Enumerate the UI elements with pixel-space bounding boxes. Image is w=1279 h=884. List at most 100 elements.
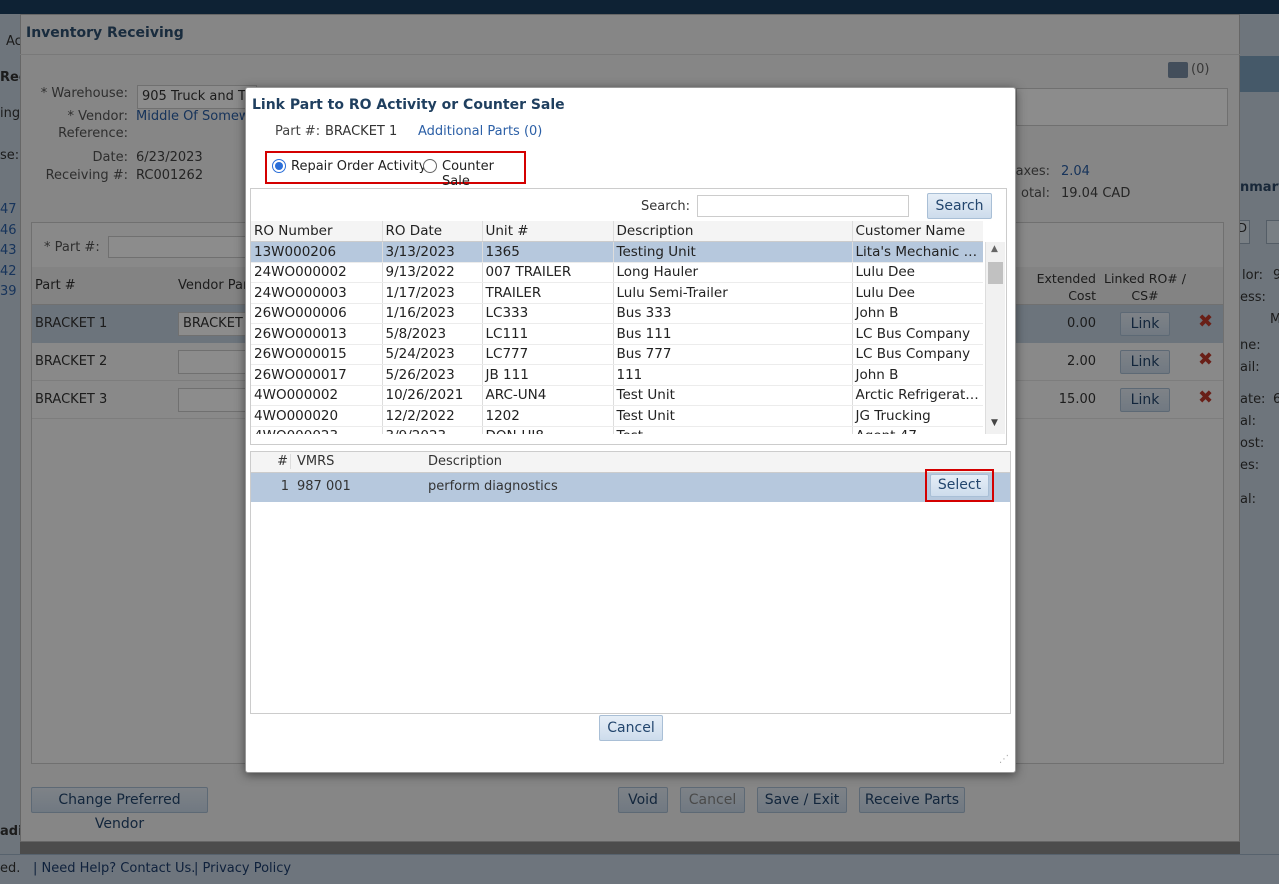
dialog-cancel-button[interactable]: Cancel [599, 715, 663, 741]
cell: 1/16/2023 [382, 303, 483, 324]
table-row[interactable]: 26WO000006 1/16/2023 LC333 Bus 333 John B [251, 303, 983, 324]
cell: ARC-UN4 [482, 385, 614, 406]
table-row[interactable]: 24WO000003 1/17/2023 TRAILER Lulu Semi-Trai… [251, 282, 983, 304]
cell: 1365 [482, 241, 614, 263]
cell: LC Bus Company [852, 344, 983, 365]
cell: 13W000206 [251, 241, 383, 263]
cell: LC333 [482, 303, 614, 324]
cell: 9/13/2022 [382, 262, 483, 283]
table-row[interactable]: 26WO000013 5/8/2023 LC111 Bus 111 LC Bus Com… [251, 323, 983, 345]
search-label: Search: [641, 199, 691, 214]
cell: Test Unit [613, 405, 853, 427]
additional-parts-link[interactable]: Additional Parts (0) [418, 124, 542, 139]
ro-table-wrap: RO Number RO Date Unit # Description Cus… [251, 221, 983, 434]
radio-counter-sale-label[interactable]: Counter Sale [442, 159, 524, 189]
table-row[interactable]: 24WO000002 9/13/2022 007 TRAILER Long Haule… [251, 262, 983, 283]
cell: Bus 333 [613, 303, 853, 324]
cell: Lulu Dee [852, 282, 983, 304]
radio-counter-sale[interactable] [423, 159, 437, 173]
resize-grip-icon[interactable]: ⋰ [999, 754, 1009, 765]
cell: LC777 [482, 344, 614, 365]
col-description[interactable]: Description [613, 221, 853, 242]
activity-vmrs: 987 001 [297, 479, 351, 494]
radio-checked-dot [275, 162, 283, 170]
cell: LC111 [482, 323, 614, 345]
cell: LC Bus Company [852, 323, 983, 345]
cell: 26WO000017 [251, 364, 383, 386]
cell: John B [852, 364, 983, 386]
cell: 24WO000002 [251, 262, 383, 283]
part-value: BRACKET 1 [325, 124, 398, 139]
radio-ro-activity-label[interactable]: Repair Order Activity [291, 159, 426, 174]
ro-grid: Search: Search RO Number RO Date Unit # … [250, 188, 1007, 445]
radio-group-highlight: Repair Order Activity Counter Sale [265, 151, 526, 189]
radio-ro-activity[interactable] [272, 159, 286, 173]
cell: 3/9/2023 [382, 426, 483, 434]
col-vmrs: VMRS [297, 454, 335, 469]
search-input[interactable] [697, 195, 909, 217]
search-button[interactable]: Search [927, 193, 992, 219]
cell: Test Unit [613, 385, 853, 406]
cell: 4WO000002 [251, 385, 383, 406]
cell: John B [852, 303, 983, 324]
cell: 1202 [482, 405, 614, 427]
col-num: # [251, 454, 291, 469]
ro-table-scrollbar[interactable]: ▲ ▼ [985, 242, 1005, 434]
cell: Arctic Refrigeratio... [852, 385, 983, 406]
cell: 3/13/2023 [382, 241, 483, 263]
cell: 1/17/2023 [382, 282, 483, 304]
cell: 26WO000015 [251, 344, 383, 365]
cell: 007 TRAILER [482, 262, 614, 283]
select-button[interactable]: Select [930, 474, 989, 497]
dialog-title: Link Part to RO Activity or Counter Sale [252, 97, 565, 113]
scroll-up-icon[interactable]: ▲ [991, 244, 998, 254]
cell: 26WO000006 [251, 303, 383, 324]
cell: 24WO000003 [251, 282, 383, 304]
ro-table: RO Number RO Date Unit # Description Cus… [251, 221, 983, 434]
cell: 26WO000013 [251, 323, 383, 345]
cell: 4WO000023 [251, 426, 383, 434]
table-row[interactable]: 4WO000020 12/2/2022 1202 Test Unit JG Trucki… [251, 405, 983, 427]
link-part-dialog: Link Part to RO Activity or Counter Sale… [245, 87, 1016, 773]
cell: Bus 777 [613, 344, 853, 365]
col-ro-date[interactable]: RO Date [382, 221, 483, 242]
cell: 5/24/2023 [382, 344, 483, 365]
cell: Long Hauler [613, 262, 853, 283]
table-row[interactable]: 26WO000015 5/24/2023 LC777 Bus 777 LC Bus Co… [251, 344, 983, 365]
cell: Bus 111 [613, 323, 853, 345]
table-row[interactable]: 4WO0000233/9/2023DON-UI8TestAgent 47 [251, 426, 983, 434]
activity-grid-header: # VMRS Description [251, 452, 1010, 473]
cell: 4WO000020 [251, 405, 383, 427]
part-label: Part #: [275, 124, 321, 139]
cell: 10/26/2021 [382, 385, 483, 406]
scroll-thumb[interactable] [988, 262, 1003, 284]
cell: 5/26/2023 [382, 364, 483, 386]
col-ro-number[interactable]: RO Number [251, 221, 383, 242]
activity-description: perform diagnostics [428, 479, 558, 494]
cell: TRAILER [482, 282, 614, 304]
table-row[interactable]: 1 987 001 perform diagnostics Select [251, 469, 1010, 502]
cell: JG Trucking [852, 405, 983, 427]
col-customer-name[interactable]: Customer Name [852, 221, 983, 242]
scroll-down-icon[interactable]: ▼ [991, 418, 998, 428]
activity-grid: # VMRS Description 1 987 001 perform dia… [250, 451, 1011, 714]
cell: 12/2/2022 [382, 405, 483, 427]
cell: 111 [613, 364, 853, 386]
cell: Lulu Semi-Trailer [613, 282, 853, 304]
table-row[interactable]: 4WO000002 10/26/2021 ARC-UN4 Test Unit Arcti… [251, 385, 983, 406]
table-row[interactable]: 26WO000017 5/26/2023 JB 111 111 John B [251, 364, 983, 386]
col-unit[interactable]: Unit # [482, 221, 614, 242]
col-activity-description: Description [428, 454, 503, 469]
cell: Testing Unit [613, 241, 853, 263]
cell: Test [613, 426, 853, 434]
activity-num: 1 [280, 479, 289, 494]
cell: Lita's Mechanic Sh... [852, 241, 983, 263]
cell: Lulu Dee [852, 262, 983, 283]
cell: 5/8/2023 [382, 323, 483, 345]
cell: JB 111 [482, 364, 614, 386]
cell: Agent 47 [852, 426, 983, 434]
select-highlight: Select [925, 469, 994, 502]
table-row[interactable]: 13W000206 3/13/2023 1365 Testing Unit Lita's… [251, 241, 983, 263]
ro-table-header: RO Number RO Date Unit # Description Cus… [251, 221, 983, 242]
cell: DON-UI8 [482, 426, 614, 434]
